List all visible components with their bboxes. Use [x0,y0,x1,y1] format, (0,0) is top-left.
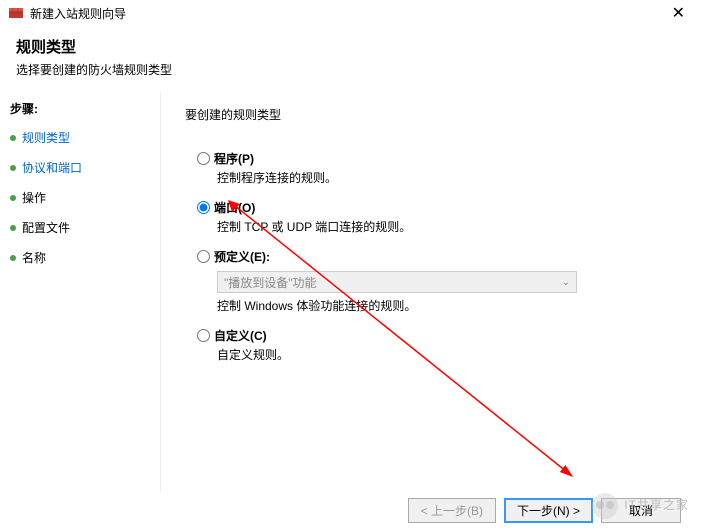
option-desc: 控制 TCP 或 UDP 端口连接的规则。 [217,218,677,235]
step-label: 规则类型 [22,129,70,146]
step-profile[interactable]: 配置文件 [10,219,150,236]
option-custom: 自定义(C) 自定义规则。 [185,328,677,363]
option-label: 端口(O) [214,199,255,216]
step-bullet-icon [10,135,16,141]
radio-program[interactable] [197,152,210,165]
option-desc: 控制 Windows 体验功能连接的规则。 [217,297,677,314]
content-heading: 要创建的规则类型 [185,106,677,123]
firewall-icon [8,5,24,21]
predefined-dropdown: "播放到设备"功能 ⌄ [217,271,577,293]
page-title: 规则类型 [16,36,685,57]
step-bullet-icon [10,255,16,261]
step-action[interactable]: 操作 [10,189,150,206]
chevron-down-icon: ⌄ [562,277,570,288]
step-rule-type[interactable]: 规则类型 [10,129,150,146]
page-subtitle: 选择要创建的防火墙规则类型 [16,61,685,78]
option-predefined: 预定义(E): "播放到设备"功能 ⌄ 控制 Windows 体验功能连接的规则… [185,249,677,314]
step-name[interactable]: 名称 [10,249,150,266]
option-desc: 控制程序连接的规则。 [217,169,677,186]
radio-port[interactable] [197,201,210,214]
wizard-footer: < 上一步(B) 下一步(N) > 取消 [408,498,681,523]
option-label: 程序(P) [214,150,254,167]
cancel-button[interactable]: 取消 [601,498,681,523]
next-button[interactable]: 下一步(N) > [504,498,593,523]
option-port: 端口(O) 控制 TCP 或 UDP 端口连接的规则。 [185,200,677,235]
wizard-content: 要创建的规则类型 程序(P) 控制程序连接的规则。 端口(O) 控制 TCP 或… [160,92,701,492]
dropdown-value: "播放到设备"功能 [224,274,317,291]
wizard-sidebar: 步骤: 规则类型 协议和端口 操作 配置文件 名称 [0,92,160,492]
option-program: 程序(P) 控制程序连接的规则。 [185,151,677,186]
step-label: 操作 [22,189,46,206]
step-bullet-icon [10,165,16,171]
radio-predefined[interactable] [197,250,210,263]
step-protocol-port[interactable]: 协议和端口 [10,159,150,176]
close-button[interactable]: ✕ [664,3,693,23]
option-desc: 自定义规则。 [217,346,677,363]
window-title: 新建入站规则向导 [30,5,126,22]
steps-heading: 步骤: [10,100,150,117]
step-label: 名称 [22,249,46,266]
option-label: 预定义(E): [214,248,270,265]
titlebar: 新建入站规则向导 ✕ [0,0,701,26]
radio-custom[interactable] [197,329,210,342]
back-button: < 上一步(B) [408,498,496,523]
step-label: 配置文件 [22,219,70,236]
step-bullet-icon [10,195,16,201]
step-bullet-icon [10,225,16,231]
step-label: 协议和端口 [22,159,82,176]
wizard-header: 规则类型 选择要创建的防火墙规则类型 [0,26,701,92]
option-label: 自定义(C) [214,327,267,344]
